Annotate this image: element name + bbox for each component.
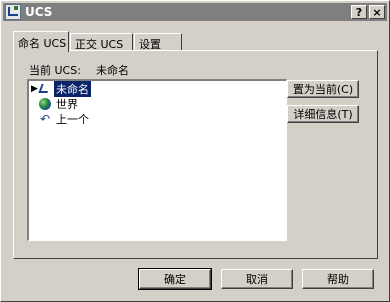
list-item-previous[interactable]: ↶ 上一个 <box>31 112 91 126</box>
globe-icon <box>39 98 51 110</box>
list-item-world[interactable]: 世界 <box>31 97 80 111</box>
list-item-unnamed[interactable]: ▶ 未命名 <box>31 81 285 97</box>
ucs-dialog: UCS ? × 命名 UCS 正交 UCS 设置 当前 UCS: 未命名 ▶ 未… <box>0 0 390 302</box>
ucs-list[interactable]: ▶ 未命名 世界 ↶ 上一个 <box>27 79 287 241</box>
previous-icon: ↶ <box>39 112 51 126</box>
tab-orthographic-ucs[interactable]: 正交 UCS <box>70 33 133 51</box>
current-ucs-label: 当前 UCS: <box>29 64 81 77</box>
list-item-label: 世界 <box>56 98 78 111</box>
close-button[interactable]: × <box>369 5 385 19</box>
current-ucs-value: 未命名 <box>96 64 129 77</box>
app-icon <box>5 4 21 20</box>
help-title-button[interactable]: ? <box>351 5 367 19</box>
details-button[interactable]: 详细信息(T) <box>287 105 359 123</box>
title-bar[interactable]: UCS ? × <box>3 3 387 21</box>
list-item-label: 上一个 <box>56 113 89 126</box>
tab-named-ucs[interactable]: 命名 UCS <box>13 31 69 52</box>
help-button[interactable]: 帮助 <box>302 269 374 289</box>
tab-settings[interactable]: 设置 <box>134 33 182 51</box>
cancel-button[interactable]: 取消 <box>221 269 293 289</box>
set-current-button[interactable]: 置为当前(C) <box>287 80 359 98</box>
ucs-icon <box>39 83 51 95</box>
ok-button[interactable]: 确定 <box>138 268 212 290</box>
window-title: UCS <box>25 5 53 19</box>
list-item-label: 未命名 <box>54 81 91 97</box>
